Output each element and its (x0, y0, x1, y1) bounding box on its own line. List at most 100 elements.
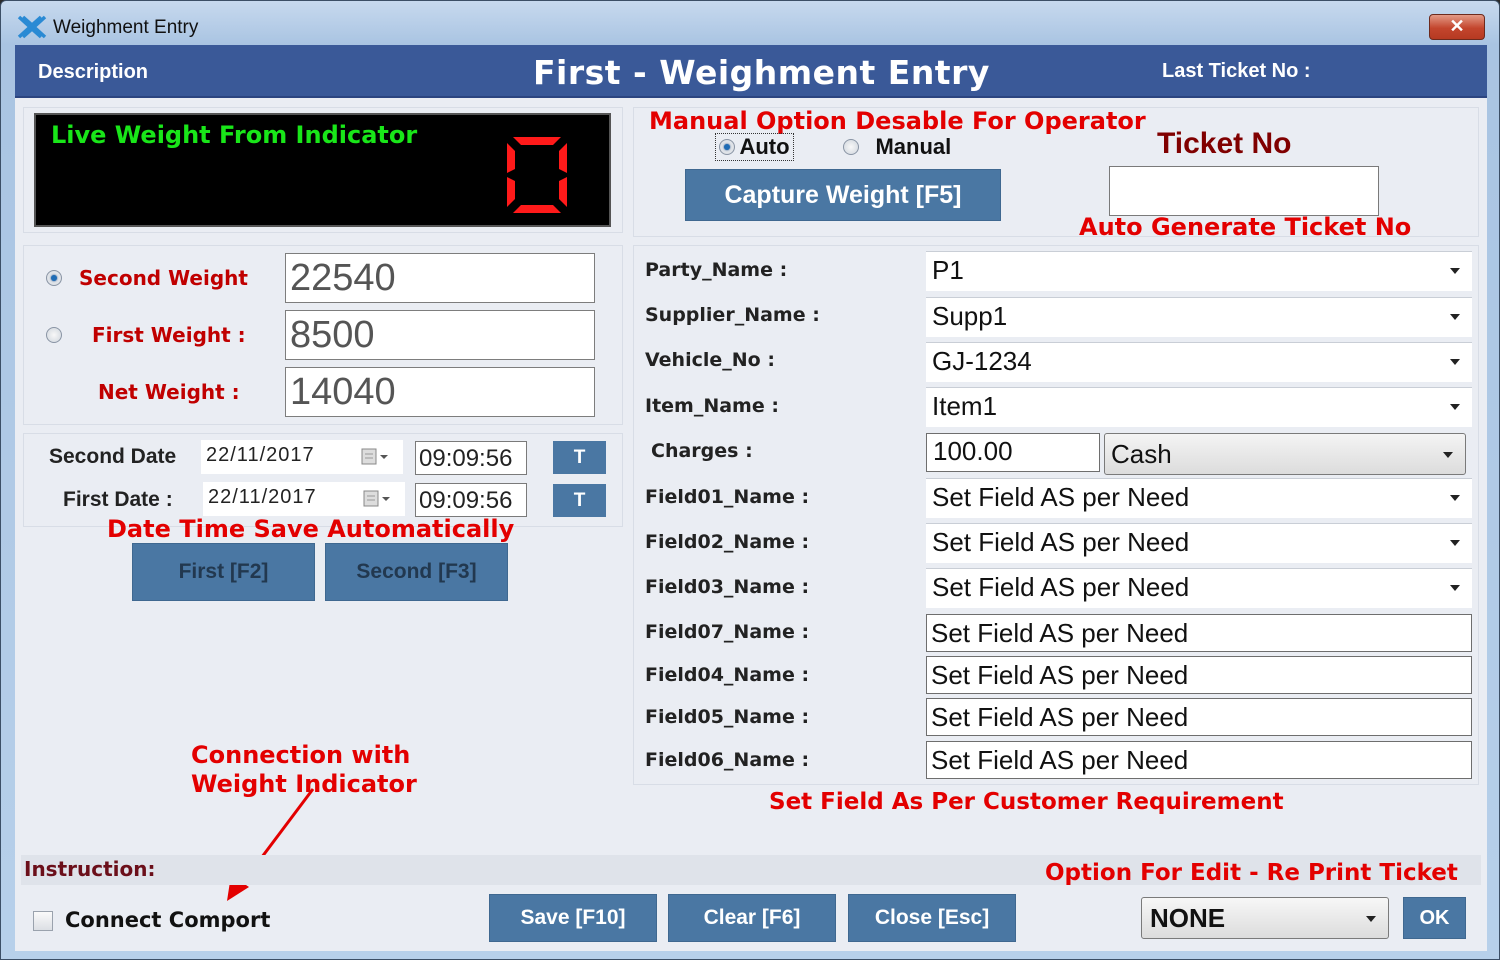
window-close-button[interactable]: ✕ (1429, 14, 1485, 40)
edit-mode-combo[interactable]: NONE (1141, 897, 1389, 939)
field04-input[interactable]: Set Field AS per Need (926, 656, 1472, 694)
connect-comport-checkbox[interactable] (33, 911, 53, 931)
second-weight-radio[interactable] (46, 270, 62, 286)
vehicle-no-label: Vehicle_No : (645, 349, 775, 371)
title-bar: Weighment Entry ✕ (1, 1, 1499, 45)
ticket-no-title: Ticket No (1157, 127, 1292, 160)
second-weight-label: Second Weight (79, 266, 248, 290)
field03-label: Field03_Name : (645, 576, 810, 598)
last-ticket-label: Last Ticket No : (1162, 60, 1311, 82)
first-weight-radio[interactable] (46, 327, 62, 343)
clear-button[interactable]: Clear [F6] (668, 894, 836, 942)
calendar-dropdown-icon[interactable] (363, 490, 393, 508)
second-time-now-button[interactable]: T (553, 441, 606, 474)
live-weight-display: Live Weight From Indicator 0 (34, 113, 611, 227)
field07-label: Field07_Name : (645, 621, 810, 643)
first-time-field[interactable]: 09:09:56 (415, 483, 527, 517)
net-weight-field[interactable]: 14040 (285, 367, 595, 417)
charges-amount-field[interactable]: 100.00 (926, 433, 1100, 472)
payment-mode-combo[interactable]: Cash (1104, 433, 1466, 475)
party-name-label: Party_Name : (645, 259, 788, 281)
charges-label: Charges : (651, 440, 753, 462)
annotation-arrow-icon (227, 788, 315, 901)
custom-fields-annotation: Set Field As Per Customer Requirement (769, 789, 1284, 815)
chevron-down-icon (1450, 404, 1460, 410)
chevron-down-icon (1450, 540, 1460, 546)
field06-input[interactable]: Set Field AS per Need (926, 741, 1472, 779)
first-date-label: First Date : (63, 488, 173, 511)
item-name-label: Item_Name : (645, 395, 779, 417)
item-name-value: Item1 (932, 391, 998, 421)
chevron-down-icon (1450, 585, 1460, 591)
app-icon (17, 15, 47, 39)
field03-value: Set Field AS per Need (932, 572, 1190, 602)
field01-combo[interactable]: Set Field AS per Need (926, 478, 1472, 518)
field02-value: Set Field AS per Need (932, 527, 1190, 557)
live-weight-label: Live Weight From Indicator (51, 121, 418, 149)
weighment-entry-window: Weighment Entry ✕ Description First - We… (0, 0, 1500, 960)
field06-label: Field06_Name : (645, 749, 810, 771)
field05-label: Field05_Name : (645, 706, 810, 728)
vehicle-no-combo[interactable]: GJ-1234 (926, 342, 1472, 382)
close-button[interactable]: Close [Esc] (848, 894, 1016, 942)
supplier-name-combo[interactable]: Supp1 (926, 297, 1472, 337)
field01-label: Field01_Name : (645, 486, 810, 508)
capture-weight-button[interactable]: Capture Weight [F5] (685, 169, 1001, 221)
window-title: Weighment Entry (53, 17, 199, 38)
first-weight-label: First Weight : (92, 323, 246, 347)
auto-radio-label: Auto (739, 134, 790, 159)
edit-mode-value: NONE (1150, 903, 1226, 933)
save-button[interactable]: Save [F10] (489, 894, 657, 942)
manual-radio[interactable] (843, 139, 859, 155)
chevron-down-icon (1450, 268, 1460, 274)
manual-option-annotation: Manual Option Desable For Operator (649, 107, 1146, 135)
form-header: Description First - Weighment Entry Last… (15, 45, 1487, 98)
first-date-picker[interactable]: 22/11/2017 (203, 482, 405, 516)
chevron-down-icon (1450, 495, 1460, 501)
connection-annotation-line1: Connection with (191, 741, 411, 769)
field02-combo[interactable]: Set Field AS per Need (926, 523, 1472, 563)
page-title: First - Weighment Entry (533, 53, 990, 92)
instruction-label: Instruction: (24, 857, 156, 881)
chevron-down-icon (1450, 359, 1460, 365)
field05-input[interactable]: Set Field AS per Need (926, 698, 1472, 736)
chevron-down-icon (1450, 314, 1460, 320)
field07-input[interactable]: Set Field AS per Need (926, 614, 1472, 652)
first-weight-field[interactable]: 8500 (285, 310, 595, 360)
auto-radio[interactable] (719, 139, 735, 155)
first-date-value: 22/11/2017 (208, 486, 317, 508)
mode-auto-option[interactable]: Auto (715, 133, 794, 161)
vehicle-no-value: GJ-1234 (932, 346, 1032, 376)
mode-manual-option[interactable]: Manual (843, 134, 951, 160)
supplier-name-value: Supp1 (932, 301, 1008, 331)
supplier-name-label: Supplier_Name : (645, 304, 820, 326)
second-weigh-button[interactable]: Second [F3] (325, 543, 508, 601)
auto-ticket-annotation: Auto Generate Ticket No (1079, 213, 1412, 241)
date-time-annotation: Date Time Save Automatically (107, 515, 515, 543)
field04-label: Field04_Name : (645, 664, 810, 686)
calendar-dropdown-icon[interactable] (361, 448, 391, 466)
description-label: Description (38, 61, 149, 83)
second-time-field[interactable]: 09:09:56 (415, 441, 527, 475)
second-date-value: 22/11/2017 (206, 444, 315, 466)
ok-button[interactable]: OK (1403, 897, 1466, 939)
manual-radio-label: Manual (875, 134, 952, 159)
second-date-picker[interactable]: 22/11/2017 (201, 440, 403, 474)
field03-combo[interactable]: Set Field AS per Need (926, 568, 1472, 608)
field02-label: Field02_Name : (645, 531, 810, 553)
chevron-down-icon (1366, 916, 1376, 922)
party-name-combo[interactable]: P1 (926, 251, 1472, 291)
second-weight-field[interactable]: 22540 (285, 253, 595, 303)
client-area: Description First - Weighment Entry Last… (15, 45, 1487, 951)
seven-segment-digit (507, 137, 567, 213)
second-date-label: Second Date (49, 445, 177, 468)
connect-comport-label: Connect Comport (65, 908, 271, 932)
net-weight-label: Net Weight : (98, 380, 240, 404)
payment-mode-value: Cash (1111, 439, 1172, 469)
ticket-no-input[interactable] (1109, 166, 1379, 216)
edit-reprint-annotation: Option For Edit - Re Print Ticket (1045, 860, 1458, 886)
first-weigh-button[interactable]: First [F2] (132, 543, 315, 601)
item-name-combo[interactable]: Item1 (926, 387, 1472, 427)
first-time-now-button[interactable]: T (553, 484, 606, 517)
chevron-down-icon (1443, 452, 1453, 458)
